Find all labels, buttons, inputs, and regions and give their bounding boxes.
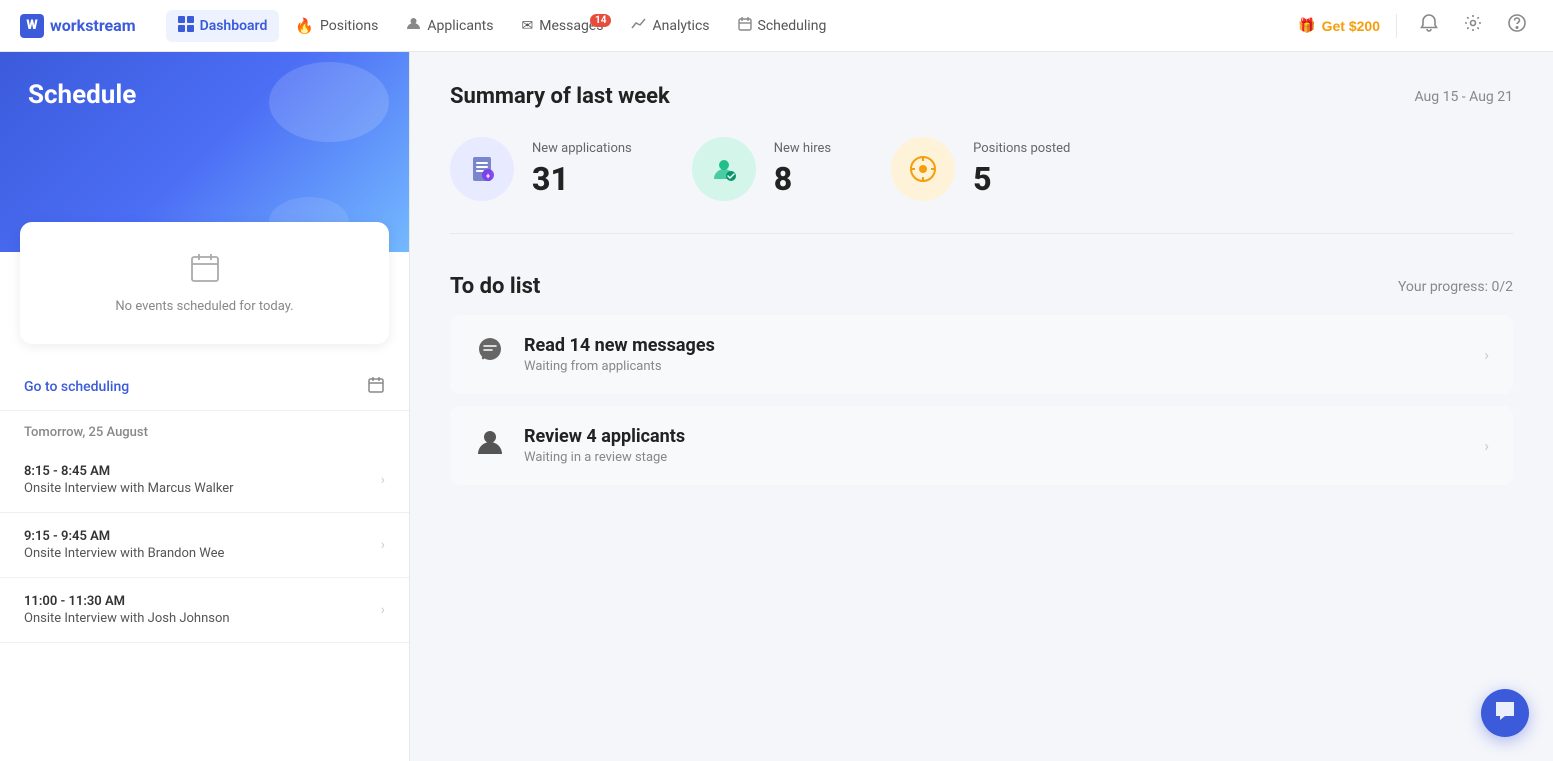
stat-new-applications: + New applications 31: [450, 137, 632, 201]
nav-label-scheduling: Scheduling: [758, 18, 827, 34]
schedule-item-title-2: Onsite Interview with Josh Johnson: [24, 611, 230, 626]
stat-positions-posted: Positions posted 5: [891, 137, 1070, 201]
svg-text:+: +: [486, 172, 491, 181]
hero-blob: [269, 62, 389, 142]
logo-icon: W: [20, 14, 44, 38]
nav-item-messages[interactable]: ✉ Messages 14: [510, 12, 616, 40]
todo-item-messages[interactable]: Read 14 new messages Waiting from applic…: [450, 315, 1513, 394]
schedule-item-title-1: Onsite Interview with Brandon Wee: [24, 546, 224, 561]
new-applications-label: New applications: [532, 141, 632, 156]
schedule-item-title-0: Onsite Interview with Marcus Walker: [24, 481, 234, 496]
new-applications-icon-circle: +: [450, 137, 514, 201]
chevron-right-icon: ›: [381, 472, 385, 488]
positions-posted-label: Positions posted: [973, 141, 1070, 156]
todo-item-messages-title: Read 14 new messages: [524, 335, 1466, 356]
nav-item-dashboard[interactable]: Dashboard: [166, 10, 280, 42]
messages-icon: ✉: [522, 18, 534, 34]
stat-new-applications-text: New applications 31: [532, 141, 632, 198]
applicants-todo-icon: [474, 426, 506, 465]
sidebar: Schedule No events scheduled for today. …: [0, 52, 410, 761]
bell-icon: [1420, 14, 1438, 37]
nav-items: Dashboard 🔥 Positions Applicants ✉ Messa…: [166, 10, 1299, 42]
gift-icon: 🎁: [1298, 17, 1315, 34]
schedule-item-details: 9:15 - 9:45 AM Onsite Interview with Bra…: [24, 529, 224, 561]
positions-posted-icon-circle: [891, 137, 955, 201]
gift-label: Get $200: [1322, 18, 1380, 34]
gift-button[interactable]: 🎁 Get $200: [1298, 17, 1380, 34]
positions-icon: 🔥: [295, 17, 314, 35]
todo-progress: Your progress: 0/2: [1398, 279, 1513, 295]
new-applications-value: 31: [532, 160, 632, 198]
nav-item-scheduling[interactable]: Scheduling: [726, 11, 839, 41]
applicants-icon: [406, 16, 421, 35]
dashboard-icon: [178, 16, 194, 36]
schedule-item-1[interactable]: 9:15 - 9:45 AM Onsite Interview with Bra…: [0, 513, 409, 578]
schedule-item-0[interactable]: 8:15 - 8:45 AM Onsite Interview with Mar…: [0, 448, 409, 513]
schedule-item-details: 8:15 - 8:45 AM Onsite Interview with Mar…: [24, 464, 234, 496]
no-events-text: No events scheduled for today.: [40, 299, 369, 314]
todo-item-messages-body: Read 14 new messages Waiting from applic…: [524, 335, 1466, 374]
main-layout: Schedule No events scheduled for today. …: [0, 52, 1553, 761]
nav-label-dashboard: Dashboard: [200, 18, 268, 34]
todo-item-applicants-subtitle: Waiting in a review stage: [524, 450, 1466, 465]
nav-label-applicants: Applicants: [427, 18, 493, 34]
no-events-card: No events scheduled for today.: [20, 222, 389, 344]
summary-title: Summary of last week: [450, 84, 670, 109]
schedule-item-time-2: 11:00 - 11:30 AM: [24, 594, 230, 609]
chat-icon: [1494, 700, 1516, 727]
messages-todo-icon: [474, 335, 506, 374]
scheduling-icon: [738, 17, 752, 35]
calendar-empty-icon: [40, 252, 369, 291]
analytics-icon: [631, 16, 646, 35]
chevron-right-icon: ›: [381, 602, 385, 618]
nav-item-analytics[interactable]: Analytics: [619, 10, 721, 41]
todo-title: To do list: [450, 274, 540, 299]
gear-icon: [1464, 14, 1482, 37]
nav-item-positions[interactable]: 🔥 Positions: [283, 11, 390, 41]
settings-button[interactable]: [1457, 10, 1489, 42]
nav-label-analytics: Analytics: [652, 18, 709, 34]
nav-label-positions: Positions: [320, 18, 378, 34]
todo-item-applicants[interactable]: Review 4 applicants Waiting in a review …: [450, 406, 1513, 485]
go-scheduling-row: Go to scheduling: [0, 364, 409, 411]
help-button[interactable]: [1501, 10, 1533, 42]
logo[interactable]: W workstream: [20, 14, 136, 38]
summary-date-range: Aug 15 - Aug 21: [1414, 89, 1513, 105]
chevron-right-icon: ›: [381, 537, 385, 553]
todo-item-messages-subtitle: Waiting from applicants: [524, 359, 1466, 374]
nav-right: 🎁 Get $200: [1298, 10, 1533, 42]
todo-item-applicants-title: Review 4 applicants: [524, 426, 1466, 447]
chevron-right-icon: ›: [1484, 345, 1489, 364]
stats-row: + New applications 31: [450, 137, 1513, 234]
chat-fab-button[interactable]: [1481, 689, 1529, 737]
new-hires-value: 8: [774, 160, 831, 198]
nav-item-applicants[interactable]: Applicants: [394, 10, 505, 41]
chevron-right-icon: ›: [1484, 436, 1489, 455]
stat-positions-posted-text: Positions posted 5: [973, 141, 1070, 198]
notifications-button[interactable]: [1413, 10, 1445, 42]
go-scheduling-link[interactable]: Go to scheduling: [24, 379, 129, 395]
stat-new-hires: New hires 8: [692, 137, 831, 201]
schedule-item-2[interactable]: 11:00 - 11:30 AM Onsite Interview with J…: [0, 578, 409, 643]
help-icon: [1508, 14, 1526, 37]
logo-text: workstream: [50, 16, 136, 35]
positions-posted-value: 5: [973, 160, 1070, 198]
messages-badge: 14: [590, 14, 611, 27]
todo-item-applicants-body: Review 4 applicants Waiting in a review …: [524, 426, 1466, 465]
todo-header: To do list Your progress: 0/2: [450, 274, 1513, 299]
tomorrow-label: Tomorrow, 25 August: [0, 411, 409, 448]
schedule-item-time-0: 8:15 - 8:45 AM: [24, 464, 234, 479]
new-hires-label: New hires: [774, 141, 831, 156]
schedule-item-time-1: 9:15 - 9:45 AM: [24, 529, 224, 544]
stat-new-hires-text: New hires 8: [774, 141, 831, 198]
new-hires-icon-circle: [692, 137, 756, 201]
schedule-item-details: 11:00 - 11:30 AM Onsite Interview with J…: [24, 594, 230, 626]
summary-header: Summary of last week Aug 15 - Aug 21: [450, 84, 1513, 109]
main-content: Summary of last week Aug 15 - Aug 21 +: [410, 52, 1553, 761]
top-navigation: W workstream Dashboard 🔥 Positions Appli…: [0, 0, 1553, 52]
calendar-small-icon: [367, 376, 385, 398]
